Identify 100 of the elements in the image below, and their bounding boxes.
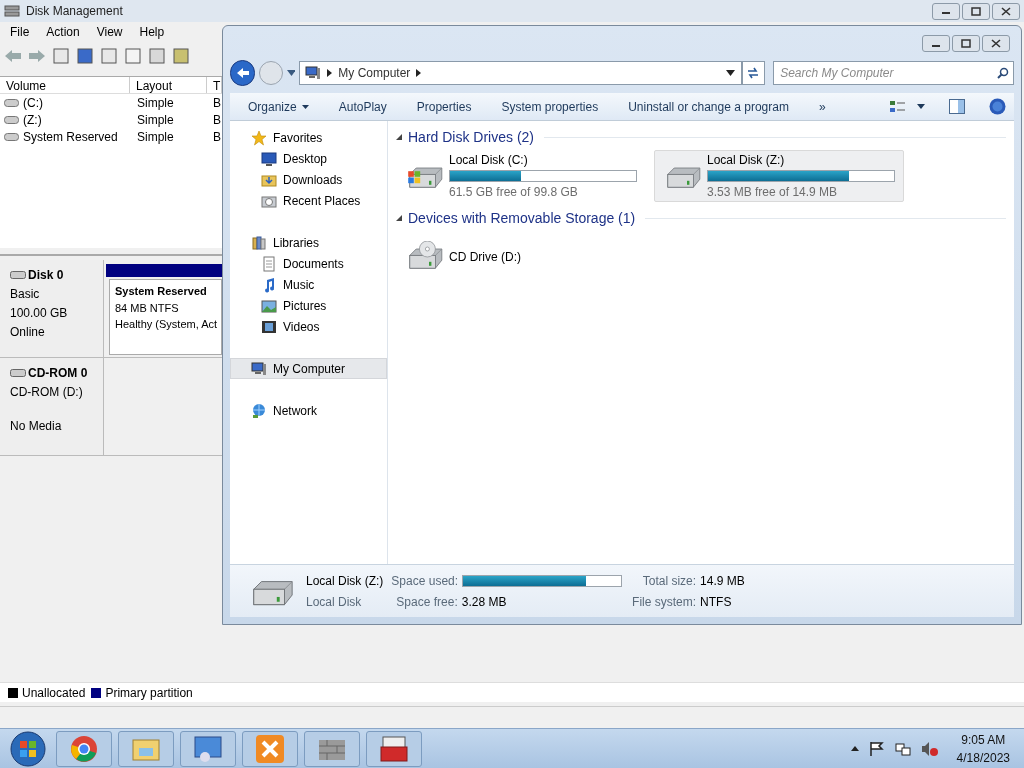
search-field[interactable]: Search My Computer bbox=[780, 64, 997, 82]
browser-button[interactable] bbox=[56, 730, 112, 767]
nav-item[interactable]: Pictures bbox=[230, 295, 387, 316]
field-label: Total size: bbox=[642, 572, 697, 590]
partition-detail: 84 MB NTFS bbox=[115, 300, 180, 316]
minimize-button[interactable] bbox=[932, 2, 960, 20]
picture-icon bbox=[261, 297, 277, 314]
chevron-icon bbox=[327, 69, 333, 77]
command-button[interactable]: Organize bbox=[248, 97, 309, 116]
drive-free-space: 3.53 MB free of 14.9 MB bbox=[707, 184, 839, 201]
clock-date[interactable]: 4/18/2023 bbox=[956, 748, 1010, 767]
refresh-button[interactable] bbox=[741, 61, 766, 85]
details-name: Local Disk (Z:) bbox=[306, 572, 384, 590]
nav-item[interactable]: Documents bbox=[230, 253, 387, 274]
muted-speaker-icon[interactable] bbox=[920, 740, 939, 757]
nav-item[interactable]: Videos bbox=[230, 316, 387, 337]
address-bar[interactable]: My Computer bbox=[299, 61, 742, 85]
dropdown-caret-icon[interactable] bbox=[725, 70, 735, 76]
film-icon bbox=[261, 318, 277, 335]
app-button[interactable] bbox=[242, 730, 298, 767]
column-header[interactable]: Layout bbox=[130, 77, 207, 93]
drive-tile[interactable]: Local Disk (Z:) 3.53 MB free of 14.9 MB bbox=[654, 150, 904, 202]
computer-icon bbox=[251, 360, 267, 377]
nav-item[interactable]: Recent Places bbox=[230, 190, 387, 211]
disk-detail: CD-ROM (D:) bbox=[10, 384, 84, 401]
group-header[interactable]: Hard Disk Drives (2) bbox=[408, 126, 534, 148]
table-cell-text: (C:) bbox=[23, 94, 43, 112]
desktop-icon bbox=[261, 150, 277, 167]
flag-icon[interactable] bbox=[868, 740, 885, 757]
drive-name: CD Drive (D:) bbox=[449, 249, 522, 266]
field-label: Space free: bbox=[396, 593, 458, 611]
restore-button[interactable] bbox=[962, 2, 990, 20]
document-icon bbox=[261, 255, 277, 272]
dropdown-caret-icon[interactable] bbox=[917, 104, 925, 109]
group-header[interactable]: Devices with Removable Storage (1) bbox=[408, 207, 636, 229]
table-cell-text: Simple bbox=[137, 111, 174, 129]
restore-icon bbox=[971, 6, 981, 16]
command-button[interactable]: Uninstall or change a program bbox=[628, 97, 789, 116]
clock-time[interactable]: 9:05 AM bbox=[961, 730, 1006, 749]
partition-block[interactable]: System Reserved 84 MB NTFS Healthy (System, Act bbox=[109, 279, 222, 355]
disk-detail: 100.00 GB bbox=[10, 305, 69, 322]
drive-icon bbox=[4, 115, 19, 124]
app-logo-icon bbox=[255, 733, 285, 764]
drive-icon bbox=[4, 132, 19, 141]
command-button[interactable]: AutoPlay bbox=[338, 97, 387, 116]
menu-item[interactable]: File bbox=[10, 23, 30, 41]
control-panel-icon bbox=[193, 734, 223, 763]
disk-name: CD-ROM 0 bbox=[28, 365, 88, 382]
nav-item[interactable]: Music bbox=[230, 274, 387, 295]
preview-pane-icon[interactable] bbox=[949, 99, 965, 114]
browser-icon bbox=[70, 734, 98, 763]
windows-logo-icon bbox=[10, 730, 46, 767]
network-icon[interactable] bbox=[894, 740, 911, 757]
menu-item[interactable]: Action bbox=[46, 23, 80, 41]
drive-free-space: 61.5 GB free of 99.8 GB bbox=[449, 184, 579, 201]
drive-icon bbox=[4, 98, 19, 107]
window-title: Disk Management bbox=[26, 3, 123, 20]
disk-name: Disk 0 bbox=[28, 267, 64, 284]
computer-icon bbox=[305, 65, 322, 81]
firewall-button[interactable] bbox=[304, 730, 360, 767]
command-button[interactable]: Properties bbox=[416, 97, 472, 116]
drive-tile[interactable]: CD Drive (D:) bbox=[396, 231, 646, 283]
column-header[interactable]: Volume bbox=[0, 77, 130, 93]
table-cell-text: Simple bbox=[137, 94, 174, 112]
back-arrow-icon bbox=[235, 67, 250, 79]
search-icon bbox=[996, 67, 1009, 79]
menu-item[interactable]: View bbox=[96, 23, 123, 41]
nav-item[interactable]: Downloads bbox=[230, 169, 387, 190]
nav-item[interactable]: My Computer bbox=[230, 358, 387, 379]
back-button[interactable] bbox=[230, 60, 256, 86]
field-label: File system: bbox=[632, 593, 697, 611]
menu-item[interactable]: Help bbox=[139, 23, 165, 41]
nav-item[interactable]: Libraries bbox=[230, 232, 387, 253]
close-button[interactable] bbox=[982, 35, 1010, 52]
command-button[interactable]: System properties bbox=[501, 97, 599, 116]
maximize-icon bbox=[961, 39, 971, 48]
collapse-caret-icon[interactable] bbox=[396, 215, 402, 221]
close-button[interactable] bbox=[992, 2, 1020, 20]
maximize-button[interactable] bbox=[952, 35, 980, 52]
search-box[interactable]: Search My Computer bbox=[773, 61, 1014, 85]
nav-item[interactable]: Network bbox=[230, 400, 387, 421]
toolbox-icon bbox=[379, 734, 409, 763]
table-cell-text: (Z:) bbox=[23, 111, 42, 129]
disk-detail: Online bbox=[10, 324, 46, 341]
nav-item[interactable]: Favorites bbox=[230, 127, 387, 148]
dropdown-caret-icon bbox=[301, 104, 309, 109]
nav-item[interactable]: Desktop bbox=[230, 148, 387, 169]
show-hidden-icons-icon[interactable] bbox=[850, 746, 859, 751]
partition-detail: Healthy (System, Act bbox=[115, 317, 219, 332]
disk-detail: No Media bbox=[10, 418, 63, 435]
drive-name: Local Disk (Z:) bbox=[707, 152, 786, 169]
control-panel-button[interactable] bbox=[180, 730, 236, 767]
view-options-icon[interactable] bbox=[889, 99, 907, 114]
network-icon bbox=[251, 402, 267, 419]
field-value: 3.28 MB bbox=[461, 593, 507, 611]
collapse-caret-icon[interactable] bbox=[396, 134, 402, 140]
command-button[interactable]: » bbox=[818, 97, 826, 116]
toolbox-button[interactable] bbox=[366, 730, 422, 767]
minimize-button[interactable] bbox=[922, 35, 950, 52]
drive-tile[interactable]: Local Disk (C:) 61.5 GB free of 99.8 GB bbox=[396, 150, 646, 202]
